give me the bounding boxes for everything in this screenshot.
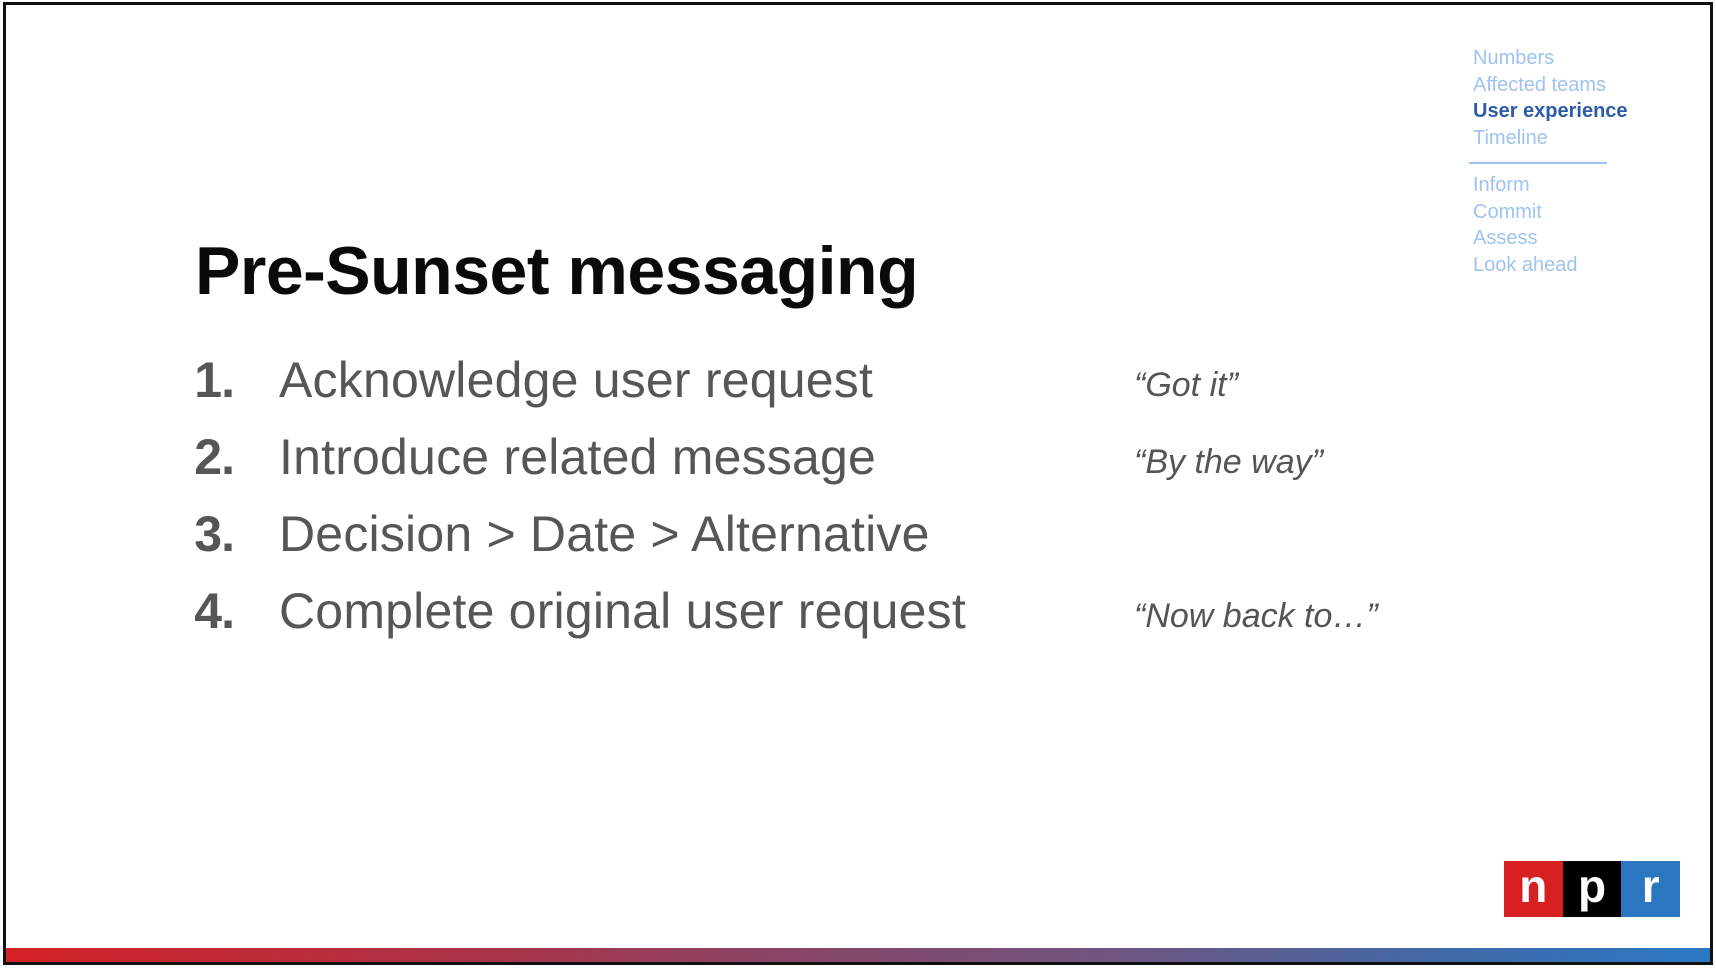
npr-logo-p: p [1562,861,1622,917]
list-item: 3. Decision > Date > Alternative [6,499,1406,569]
list-item: 4. Complete original user request “Now b… [6,576,1406,646]
nav-item-user-experience[interactable]: User experience [1473,98,1628,125]
bottom-gradient-bar [6,948,1710,962]
item-text: Decision > Date > Alternative [279,506,930,562]
nav-item-numbers[interactable]: Numbers [1473,45,1628,72]
nav-item-inform[interactable]: Inform [1473,172,1628,199]
item-text: Acknowledge user request [279,352,874,408]
slide: Pre-Sunset messaging 1. Acknowledge user… [3,2,1713,965]
nav-divider [1469,161,1607,164]
item-quote: “By the way” [1134,443,1323,481]
slide-title: Pre-Sunset messaging [195,233,919,309]
item-quote: “Got it” [1134,366,1238,404]
nav-item-affected-teams[interactable]: Affected teams [1473,72,1628,99]
item-text: Complete original user request [279,583,966,639]
item-number: 1. [194,352,235,408]
npr-logo-r: r [1621,861,1681,917]
item-number: 4. [194,583,235,639]
item-number: 2. [194,429,235,485]
nav-item-look-ahead[interactable]: Look ahead [1473,252,1628,279]
nav-item-assess[interactable]: Assess [1473,225,1628,252]
section-nav: Numbers Affected teams User experience T… [1469,45,1628,279]
list-item: 2. Introduce related message “By the way… [6,422,1406,492]
npr-logo: n p r [1504,861,1681,917]
npr-logo-n: n [1504,861,1563,917]
item-number: 3. [194,506,235,562]
item-quote: “Now back to…” [1134,597,1378,635]
nav-item-timeline[interactable]: Timeline [1473,125,1628,152]
list-item: 1. Acknowledge user request “Got it” [6,345,1406,415]
item-text: Introduce related message [279,429,877,485]
nav-item-commit[interactable]: Commit [1473,199,1628,226]
